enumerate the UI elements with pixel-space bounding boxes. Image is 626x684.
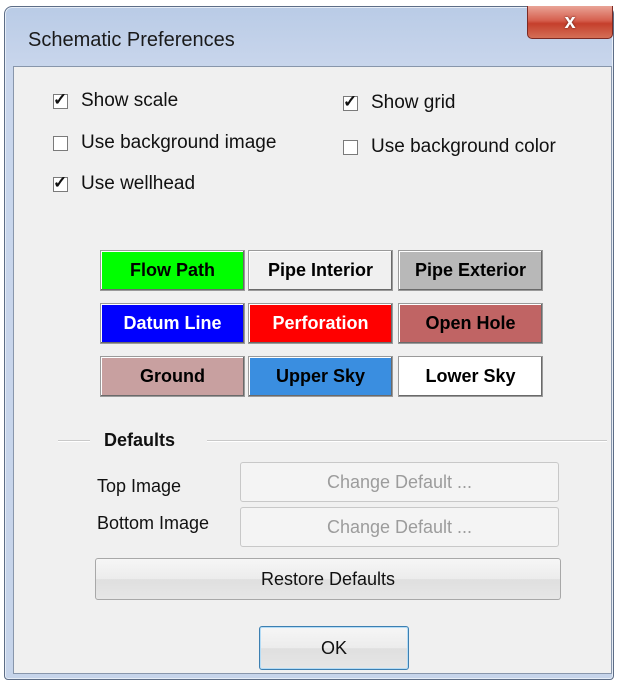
pipe-exterior-color-button[interactable]: Pipe Exterior xyxy=(398,250,543,291)
datum-line-color-button[interactable]: Datum Line xyxy=(100,303,245,344)
defaults-group-label: Defaults xyxy=(104,430,176,450)
swatch-label: Perforation xyxy=(272,313,369,333)
close-icon: x xyxy=(564,10,576,33)
checkbox-box[interactable]: ✓ xyxy=(343,92,358,111)
button-label: Change Default ... xyxy=(326,516,473,537)
use-wellhead-checkbox[interactable]: ✓ Use wellhead xyxy=(53,173,195,195)
ok-button[interactable]: OK xyxy=(259,626,409,670)
bottom-image-change-default-button[interactable]: Change Default ... xyxy=(240,507,559,547)
group-divider-left xyxy=(58,440,90,442)
checkbox-box[interactable] xyxy=(343,139,358,155)
top-image-label: Top Image xyxy=(97,476,182,496)
swatch-label: Upper Sky xyxy=(275,366,366,386)
restore-defaults-button[interactable]: Restore Defaults xyxy=(95,558,561,600)
show-grid-checkbox[interactable]: ✓ Show grid xyxy=(343,92,456,114)
perforation-color-button[interactable]: Perforation xyxy=(248,303,393,344)
use-background-color-label: Use background color xyxy=(371,136,556,157)
use-background-color-checkbox[interactable]: Use background color xyxy=(343,136,556,158)
button-label: Restore Defaults xyxy=(260,568,396,589)
ground-color-button[interactable]: Ground xyxy=(100,356,245,397)
swatch-label: Datum Line xyxy=(123,313,222,333)
close-button[interactable]: x xyxy=(527,6,613,39)
window-title: Schematic Preferences xyxy=(28,29,235,51)
swatch-label: Lower Sky xyxy=(425,366,516,386)
swatch-label: Ground xyxy=(140,366,205,386)
check-mark-icon: ✓ xyxy=(343,91,358,111)
group-divider-right xyxy=(207,440,607,442)
checkbox-box[interactable]: ✓ xyxy=(53,173,68,192)
button-label: OK xyxy=(320,637,347,658)
use-wellhead-label: Use wellhead xyxy=(81,173,196,194)
use-background-image-checkbox[interactable]: Use background image xyxy=(53,132,276,154)
checkbox-box[interactable]: ✓ xyxy=(53,90,68,109)
show-scale-checkbox[interactable]: ✓ Show scale xyxy=(53,90,178,112)
show-grid-label: Show grid xyxy=(371,92,456,113)
bottom-image-label: Bottom Image xyxy=(97,513,210,533)
swatch-label: Open Hole xyxy=(425,313,516,333)
swatch-label: Pipe Exterior xyxy=(414,260,527,280)
top-image-change-default-button[interactable]: Change Default ... xyxy=(240,462,559,502)
check-mark-icon: ✓ xyxy=(53,89,68,109)
pipe-interior-color-button[interactable]: Pipe Interior xyxy=(248,250,393,291)
upper-sky-color-button[interactable]: Upper Sky xyxy=(248,356,393,397)
swatch-label: Pipe Interior xyxy=(267,260,374,280)
use-background-image-label: Use background image xyxy=(81,132,277,153)
check-mark-icon: ✓ xyxy=(53,172,68,192)
show-scale-label: Show scale xyxy=(81,90,179,111)
button-label: Change Default ... xyxy=(326,471,473,492)
open-hole-color-button[interactable]: Open Hole xyxy=(398,303,543,344)
lower-sky-color-button[interactable]: Lower Sky xyxy=(398,356,543,397)
checkbox-box[interactable] xyxy=(53,135,68,151)
swatch-label: Flow Path xyxy=(130,260,215,280)
flow-path-color-button[interactable]: Flow Path xyxy=(100,250,245,291)
